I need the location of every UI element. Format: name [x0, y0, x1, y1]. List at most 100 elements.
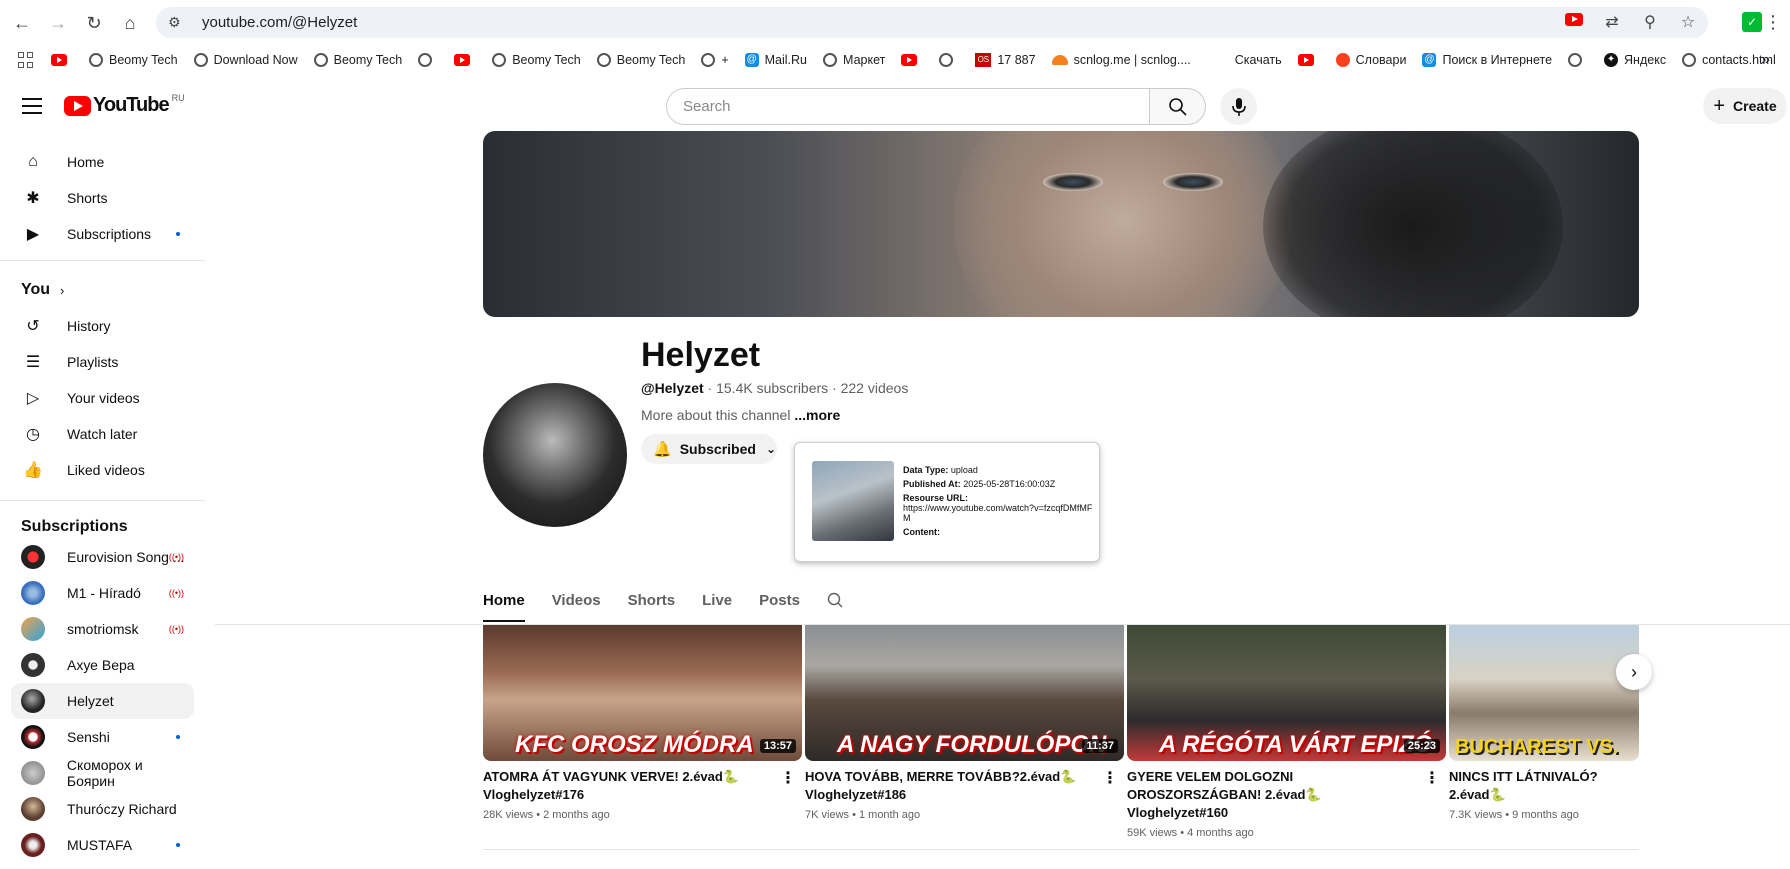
channel-search-icon[interactable]: [827, 592, 843, 622]
subscription-item[interactable]: Senshi: [11, 719, 194, 755]
bookmark[interactable]: Скачать: [1235, 53, 1282, 67]
bookmarks-bar: Beomy Tech Download Now Beomy Tech Beomy…: [0, 46, 1790, 74]
bookmark[interactable]: @ Поиск в Интернете: [1422, 53, 1552, 67]
bookmark[interactable]: [939, 53, 959, 67]
bookmark[interactable]: @ Mail.Ru: [744, 53, 807, 67]
video-thumbnail[interactable]: KFC OROSZ MÓDRA 13:57: [483, 625, 802, 761]
bookmark[interactable]: [418, 53, 438, 67]
zoom-icon[interactable]: ⚲: [1640, 12, 1660, 32]
resource-url[interactable]: https://www.youtube.com/watch?v=fzcqfDMf…: [903, 503, 1092, 523]
extension-icon[interactable]: ✓: [1742, 12, 1762, 32]
sidebar-item-history[interactable]: ↺ History: [11, 308, 194, 344]
youtube-icon: [454, 54, 471, 66]
search-placeholder: Search: [683, 98, 731, 115]
bookmark[interactable]: Download Now: [193, 53, 298, 67]
subscription-item[interactable]: smotriomsk ((•)): [11, 611, 194, 647]
bookmark-star-icon[interactable]: ☆: [1678, 12, 1698, 32]
globe-icon: [313, 53, 328, 67]
sidebar-item-playlists[interactable]: ☰ Playlists: [11, 344, 194, 380]
subscription-item[interactable]: M1 - Híradó ((•)): [11, 575, 194, 611]
search-input[interactable]: Search: [666, 88, 1150, 125]
subscription-item[interactable]: Thuróczy Richard: [11, 791, 194, 827]
carousel-next-button[interactable]: ›: [1616, 654, 1652, 690]
bookmark-youtube[interactable]: [51, 54, 73, 66]
tab-videos[interactable]: Videos: [552, 592, 601, 622]
forward-icon[interactable]: →: [44, 9, 72, 37]
channel-avatar[interactable]: [483, 383, 627, 527]
video-thumbnail[interactable]: A RÉGÓTA VÁRT EPIZÓ 25:23: [1127, 625, 1446, 761]
more-bookmarks-icon[interactable]: »: [1761, 51, 1770, 69]
tab-live[interactable]: Live: [702, 592, 732, 622]
more-link[interactable]: ...more: [794, 407, 840, 423]
subscription-item[interactable]: Eurovision Song ... ((•)): [11, 539, 194, 575]
bookmark[interactable]: Beomy Tech: [313, 53, 402, 67]
dictionary-icon: [1335, 53, 1350, 67]
video-title[interactable]: GYERE VELEM DOLGOZNI OROSZORSZÁGBAN! 2.é…: [1127, 768, 1417, 822]
sidebar-item-home[interactable]: ⌂ Home: [11, 144, 194, 180]
sidebar-item-watch-later[interactable]: ◷ Watch later: [11, 416, 194, 452]
video-card[interactable]: A NAGY FORDULÓPON 11:37 HOVA TOVÁBB, MER…: [805, 625, 1124, 821]
video-title[interactable]: HOVA TOVÁBB, MERRE TOVÁBB?2.évad🐍 Vloghe…: [805, 768, 1095, 804]
browser-menu-icon[interactable]: ⋮: [1764, 12, 1782, 33]
video-title[interactable]: ATOMRA ÁT VAGYUNK VERVE! 2.évad🐍 Vloghel…: [483, 768, 773, 804]
subscription-item-active[interactable]: Helyzet: [11, 683, 194, 719]
avatar: [21, 833, 45, 857]
sidebar-item-your-videos[interactable]: ▷ Your videos: [11, 380, 194, 416]
video-meta: 59K views • 4 months ago: [1127, 827, 1254, 839]
youtube-ext-icon[interactable]: [1564, 13, 1584, 31]
voice-search-button[interactable]: [1220, 88, 1257, 125]
bookmark[interactable]: +: [701, 53, 729, 67]
bookmark[interactable]: OS 17 887: [975, 53, 1036, 67]
address-bar[interactable]: ⚙ youtube.com/@Helyzet ⇄ ⚲ ☆: [156, 7, 1708, 38]
bookmark[interactable]: scnlog.me | scnlog....: [1051, 53, 1191, 67]
bookmark[interactable]: Beomy Tech: [89, 53, 178, 67]
video-card[interactable]: BUCHAREST VS. NINCS ITT LÁTNIVALÓ? 2.éva…: [1449, 625, 1639, 821]
more-options-icon[interactable]: ⋮: [1424, 768, 1440, 788]
sidebar-item-shorts[interactable]: ✱ Shorts: [11, 180, 194, 216]
channel-about[interactable]: More about this channel ...more: [641, 407, 840, 423]
bookmark-youtube[interactable]: [454, 54, 476, 66]
bookmark[interactable]: Beomy Tech: [596, 53, 685, 67]
search-button[interactable]: [1149, 88, 1206, 125]
more-options-icon[interactable]: ⋮: [780, 768, 796, 788]
tab-home[interactable]: Home: [483, 592, 525, 622]
sidebar-item-liked-videos[interactable]: 👍 Liked videos: [11, 452, 194, 488]
apps-icon[interactable]: [18, 52, 33, 68]
subscribed-button[interactable]: 🔔 Subscribed ⌄: [641, 434, 777, 464]
site-info-icon[interactable]: ⚙: [168, 14, 186, 31]
video-thumbnail[interactable]: A NAGY FORDULÓPON 11:37: [805, 625, 1124, 761]
tab-shorts[interactable]: Shorts: [628, 592, 676, 622]
back-icon[interactable]: ←: [8, 9, 36, 37]
bookmark[interactable]: Beomy Tech: [492, 53, 581, 67]
video-title[interactable]: NINCS ITT LÁTNIVALÓ? 2.évad🐍: [1449, 768, 1639, 804]
url-text[interactable]: youtube.com/@Helyzet: [202, 14, 357, 31]
video-thumbnail[interactable]: BUCHAREST VS.: [1449, 625, 1639, 761]
translate-icon[interactable]: ⇄: [1602, 12, 1622, 32]
thumbnail-caption: BUCHAREST VS.: [1455, 736, 1619, 758]
bookmark[interactable]: Словари: [1335, 53, 1406, 67]
bookmark[interactable]: ✦ Яндекс: [1604, 53, 1666, 67]
subscription-item[interactable]: Скоморох и Боярин: [11, 755, 194, 791]
more-options-icon[interactable]: ⋮: [1102, 768, 1118, 788]
sidebar-item-you[interactable]: You ›: [11, 272, 194, 308]
video-meta: 7K views • 1 month ago: [805, 809, 921, 821]
playlists-icon: ☰: [25, 354, 41, 371]
bookmark-youtube[interactable]: [1297, 54, 1320, 66]
youtube-icon: [901, 54, 918, 66]
channel-meta: @Helyzet · 15.4K subscribers · 222 video…: [641, 380, 908, 396]
subscription-item[interactable]: Ахуе Вера: [11, 647, 194, 683]
bookmark[interactable]: Маркет: [823, 53, 885, 67]
subscription-item[interactable]: MUSTAFA: [11, 827, 194, 863]
create-button[interactable]: + Create: [1703, 88, 1787, 124]
video-card[interactable]: A RÉGÓTA VÁRT EPIZÓ 25:23 GYERE VELEM DO…: [1127, 625, 1446, 839]
menu-icon[interactable]: [22, 98, 42, 119]
home-browser-icon[interactable]: ⌂: [116, 9, 144, 37]
tab-posts[interactable]: Posts: [759, 592, 800, 622]
sidebar-item-subscriptions[interactable]: ▶ Subscriptions: [11, 216, 194, 252]
reload-icon[interactable]: ↻: [80, 9, 108, 37]
home-icon: ⌂: [28, 153, 38, 170]
bookmark[interactable]: [1568, 53, 1588, 67]
youtube-logo[interactable]: YouTube RU: [64, 93, 185, 117]
video-card[interactable]: KFC OROSZ MÓDRA 13:57 ATOMRA ÁT VAGYUNK …: [483, 625, 802, 821]
bookmark-youtube[interactable]: [901, 54, 923, 66]
